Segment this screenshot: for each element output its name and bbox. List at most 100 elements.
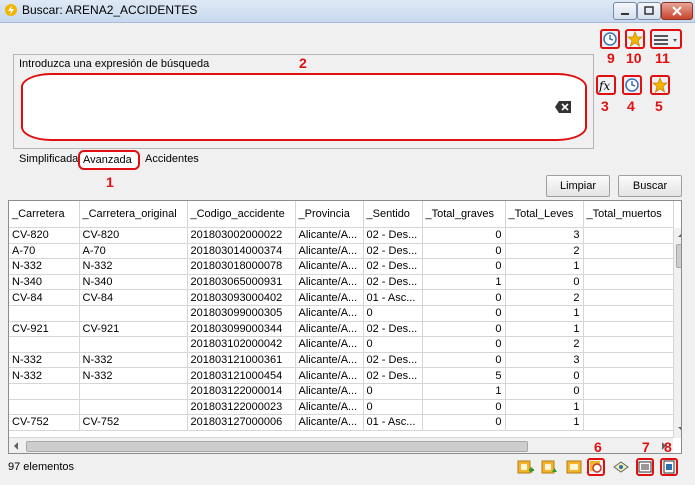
table-cell[interactable]: 02 - Des...	[363, 367, 423, 384]
close-button[interactable]	[661, 2, 693, 20]
table-cell[interactable]: Alicante/A...	[295, 305, 364, 322]
table-cell[interactable]: 201803014000374	[187, 243, 296, 260]
export-button[interactable]	[636, 458, 654, 476]
table-cell[interactable]: CV-921	[9, 321, 80, 338]
table-cell[interactable]: CV-921	[79, 321, 188, 338]
table-row[interactable]: A-70 A-70 201803014000374 Alicante/A... 02 -…	[9, 243, 674, 260]
table-cell[interactable]: Alicante/A...	[295, 227, 364, 244]
table-cell[interactable]: 0	[422, 258, 506, 275]
table-cell[interactable]: 1	[505, 321, 584, 338]
table-row[interactable]: CV-921 CV-921 201803099000344 Alicante/A...…	[9, 321, 674, 338]
add-layer-alt-icon[interactable]	[541, 458, 559, 476]
table-cell[interactable]: 0	[422, 289, 506, 306]
table-cell[interactable]: 0	[422, 321, 506, 338]
column-header[interactable]: _Carretera	[9, 201, 80, 228]
column-header[interactable]: _Provincia	[295, 201, 364, 228]
column-header[interactable]: _Sentido	[363, 201, 423, 228]
expression-builder-button[interactable]: fx	[596, 75, 616, 95]
table-cell[interactable]	[583, 383, 674, 400]
table-cell[interactable]: Alicante/A...	[295, 289, 364, 306]
table-cell[interactable]: 3	[505, 352, 584, 369]
table-cell[interactable]: Alicante/A...	[295, 399, 364, 416]
table-cell[interactable]: 1	[505, 414, 584, 431]
clear-button[interactable]: Limpiar	[546, 175, 610, 197]
table-cell[interactable]: 201803127000006	[187, 414, 296, 431]
table-cell[interactable]: Alicante/A...	[295, 383, 364, 400]
table-cell[interactable]: N-332	[9, 258, 80, 275]
table-cell[interactable]: 201803122000014	[187, 383, 296, 400]
table-cell[interactable]: 0	[422, 336, 506, 353]
table-row[interactable]: 201803122000014 Alicante/A... 0 1 0	[9, 383, 674, 400]
table-cell[interactable]	[583, 274, 674, 291]
favorites-button[interactable]	[625, 29, 645, 49]
table-cell[interactable]: 0	[422, 352, 506, 369]
table-cell[interactable]: 201803099000305	[187, 305, 296, 322]
column-header[interactable]: _Carretera_original	[79, 201, 188, 228]
table-cell[interactable]: 0	[505, 383, 584, 400]
table-cell[interactable]: 1	[422, 383, 506, 400]
table-cell[interactable]: N-332	[79, 352, 188, 369]
table-cell[interactable]	[583, 399, 674, 416]
table-cell[interactable]: CV-752	[79, 414, 188, 431]
table-cell[interactable]	[9, 383, 80, 400]
tab-avanzada[interactable]: Avanzada	[78, 150, 140, 170]
table-cell[interactable]: 0	[422, 243, 506, 260]
table-cell[interactable]: N-340	[79, 274, 188, 291]
table-cell[interactable]: 1	[422, 274, 506, 291]
table-cell[interactable]: 01 - Asc...	[363, 414, 423, 431]
table-cell[interactable]	[583, 305, 674, 322]
table-cell[interactable]	[9, 399, 80, 416]
table-cell[interactable]: N-332	[79, 367, 188, 384]
table-cell[interactable]: CV-752	[9, 414, 80, 431]
table-cell[interactable]: Alicante/A...	[295, 321, 364, 338]
scroll-up-icon[interactable]	[674, 228, 682, 242]
table-cell[interactable]: Alicante/A...	[295, 243, 364, 260]
tab-simplificada[interactable]: Simplificada	[16, 151, 81, 169]
table-cell[interactable]: Alicante/A...	[295, 258, 364, 275]
table-cell[interactable]: 0	[363, 399, 423, 416]
column-header[interactable]: _Total_muertos	[583, 201, 674, 228]
table-row[interactable]: CV-752 CV-752 201803127000006 Alicante/A...…	[9, 414, 674, 431]
table-cell[interactable]	[583, 227, 674, 244]
table-cell[interactable]: 201803065000931	[187, 274, 296, 291]
table-cell[interactable]	[9, 305, 80, 322]
table-cell[interactable]: CV-84	[9, 289, 80, 306]
table-cell[interactable]	[583, 367, 674, 384]
table-cell[interactable]: Alicante/A...	[295, 274, 364, 291]
table-cell[interactable]: 0	[505, 274, 584, 291]
table-cell[interactable]: 201803093000402	[187, 289, 296, 306]
table-cell[interactable]: 01 - Asc...	[363, 289, 423, 306]
clear-input-icon[interactable]	[555, 101, 571, 113]
table-cell[interactable]	[583, 414, 674, 431]
table-cell[interactable]	[9, 336, 80, 353]
table-cell[interactable]: 5	[422, 367, 506, 384]
table-cell[interactable]	[583, 321, 674, 338]
search-expression-input[interactable]	[21, 73, 587, 141]
table-cell[interactable]: 02 - Des...	[363, 243, 423, 260]
table-cell[interactable]: Alicante/A...	[295, 414, 364, 431]
table-cell[interactable]	[583, 243, 674, 260]
vertical-scroll-thumb[interactable]	[676, 244, 681, 268]
horizontal-scroll-thumb[interactable]	[26, 441, 528, 452]
table-cell[interactable]: 1	[505, 399, 584, 416]
table-cell[interactable]: 1	[505, 305, 584, 322]
table-cell[interactable]: A-70	[9, 243, 80, 260]
expression-history-button[interactable]	[622, 75, 642, 95]
table-row[interactable]: N-332 N-332 201803018000078 Alicante/A... 02…	[9, 258, 674, 275]
table-cell[interactable]: 0	[422, 227, 506, 244]
table-row[interactable]: CV-84 CV-84 201803093000402 Alicante/A... 01…	[9, 289, 674, 306]
expression-favorites-button[interactable]	[650, 75, 670, 95]
table-cell[interactable]: 201803018000078	[187, 258, 296, 275]
table-row[interactable]: 201803122000023 Alicante/A... 0 0 1	[9, 399, 674, 416]
table-cell[interactable]: 0	[505, 367, 584, 384]
table-cell[interactable]: 02 - Des...	[363, 258, 423, 275]
horizontal-scrollbar[interactable]	[9, 437, 673, 453]
table-cell[interactable]: N-332	[9, 352, 80, 369]
table-cell[interactable]: 0	[422, 414, 506, 431]
table-cell[interactable]: Alicante/A...	[295, 367, 364, 384]
table-cell[interactable]: 0	[363, 305, 423, 322]
select-icon[interactable]	[612, 458, 630, 476]
table-cell[interactable]: 0	[422, 305, 506, 322]
report-button[interactable]	[660, 458, 678, 476]
table-cell[interactable]: 0	[422, 399, 506, 416]
